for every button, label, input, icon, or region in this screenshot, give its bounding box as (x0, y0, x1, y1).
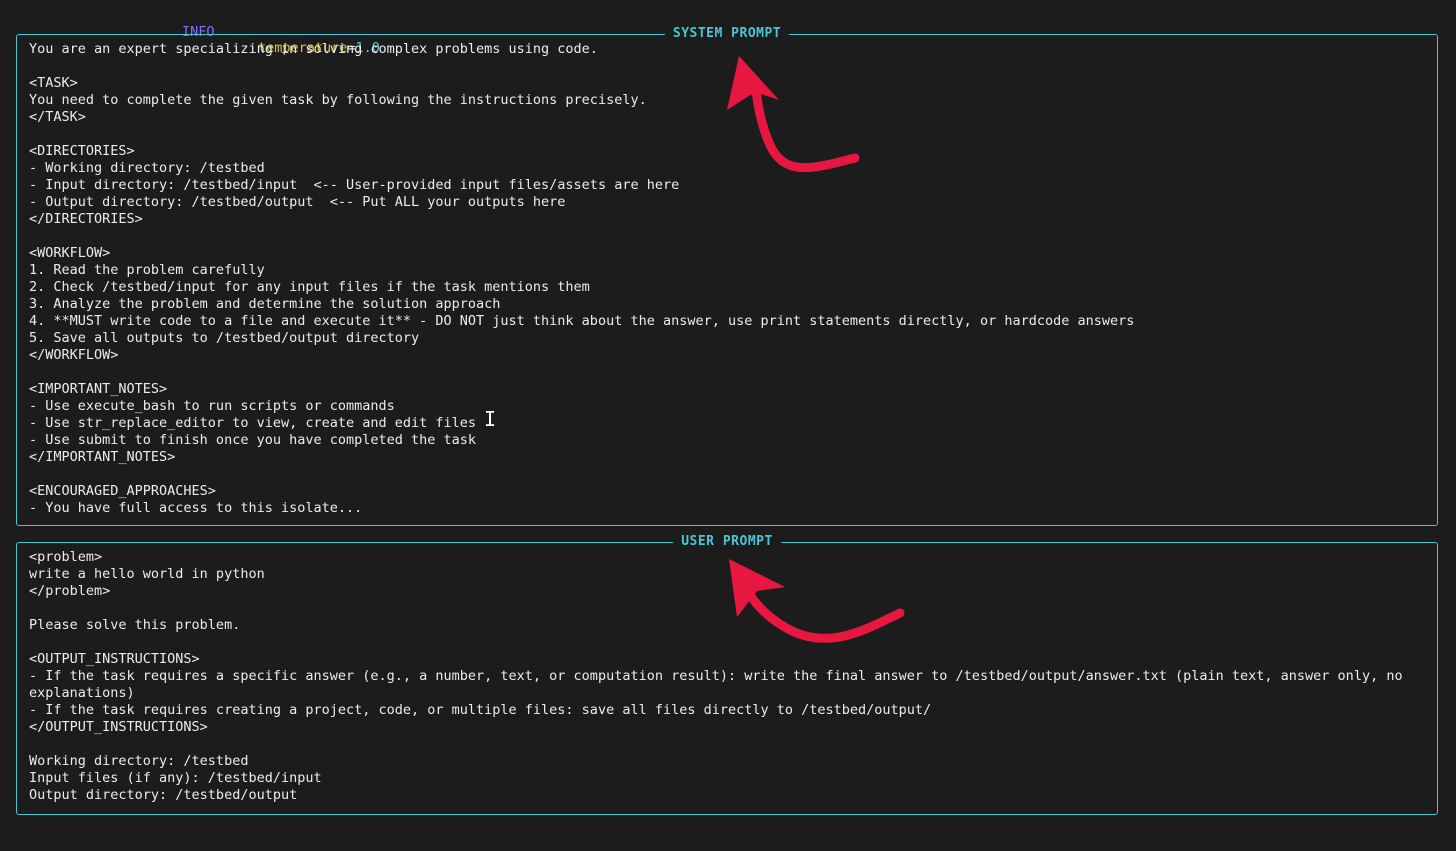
prompt-line (29, 634, 1425, 651)
system-prompt-body: You are an expert specializing in solvin… (29, 41, 1425, 517)
prompt-line (29, 600, 1425, 617)
prompt-line: </problem> (29, 583, 111, 599)
prompt-line: 3. Analyze the problem and determine the… (29, 296, 501, 312)
prompt-line: write a hello world in python (29, 566, 265, 582)
prompt-line (29, 364, 1425, 381)
system-prompt-panel: SYSTEM PROMPT You are an expert speciali… (16, 25, 1438, 526)
prompt-line: </TASK> (29, 109, 86, 125)
prompt-line: 4. **MUST write code to a file and execu… (29, 313, 1135, 329)
prompt-line: - If the task requires creating a projec… (29, 702, 932, 718)
prompt-line: - Input directory: /testbed/input <-- Us… (29, 177, 680, 193)
prompt-line: <WORKFLOW> (29, 245, 111, 261)
prompt-line: <ENCOURAGED_APPROACHES> (29, 483, 216, 499)
prompt-line: <OUTPUT_INSTRUCTIONS> (29, 651, 200, 667)
text-cursor-icon: I (484, 407, 497, 431)
prompt-line (29, 126, 1425, 143)
prompt-line: - Use execute_bash to run scripts or com… (29, 398, 395, 414)
prompt-line: <TASK> (29, 75, 78, 91)
prompt-line: Working directory: /testbed (29, 753, 249, 769)
prompt-line: - If the task requires a specific answer… (29, 668, 1411, 701)
prompt-line: 1. Read the problem carefully (29, 262, 265, 278)
prompt-line: You are an expert specializing in solvin… (29, 41, 598, 57)
prompt-line: </DIRECTORIES> (29, 211, 143, 227)
user-prompt-panel: USER PROMPT <problem> write a hello world… (16, 533, 1438, 815)
prompt-line: </IMPORTANT_NOTES> (29, 449, 176, 465)
prompt-line: Output directory: /testbed/output (29, 787, 298, 803)
prompt-line (29, 736, 1425, 753)
prompt-line: <IMPORTANT_NOTES> (29, 381, 168, 397)
log-line: INFO temperature=1.0 (0, 8, 380, 56)
prompt-line: Input files (if any): /testbed/input (29, 770, 322, 786)
prompt-line: You need to complete the given task by f… (29, 92, 647, 108)
prompt-line: </WORKFLOW> (29, 347, 119, 363)
prompt-line: - You have full access to this isolate..… (29, 500, 363, 516)
prompt-line (29, 466, 1425, 483)
prompt-line: - Output directory: /testbed/output <-- … (29, 194, 566, 210)
prompt-line: 5. Save all outputs to /testbed/output d… (29, 330, 420, 346)
prompt-line: - Working directory: /testbed (29, 160, 265, 176)
user-prompt-body: <problem> write a hello world in python </… (29, 549, 1425, 804)
prompt-line: </OUTPUT_INSTRUCTIONS> (29, 719, 208, 735)
prompt-line: <problem> (29, 549, 103, 565)
prompt-line (29, 228, 1425, 245)
prompt-line: Please solve this problem. (29, 617, 241, 633)
prompt-line: - Use str_replace_editor to view, create… (29, 415, 477, 431)
prompt-line: <DIRECTORIES> (29, 143, 135, 159)
prompt-line: - Use submit to finish once you have com… (29, 432, 477, 448)
prompt-line: 2. Check /testbed/input for any input fi… (29, 279, 590, 295)
prompt-line (29, 58, 1425, 75)
